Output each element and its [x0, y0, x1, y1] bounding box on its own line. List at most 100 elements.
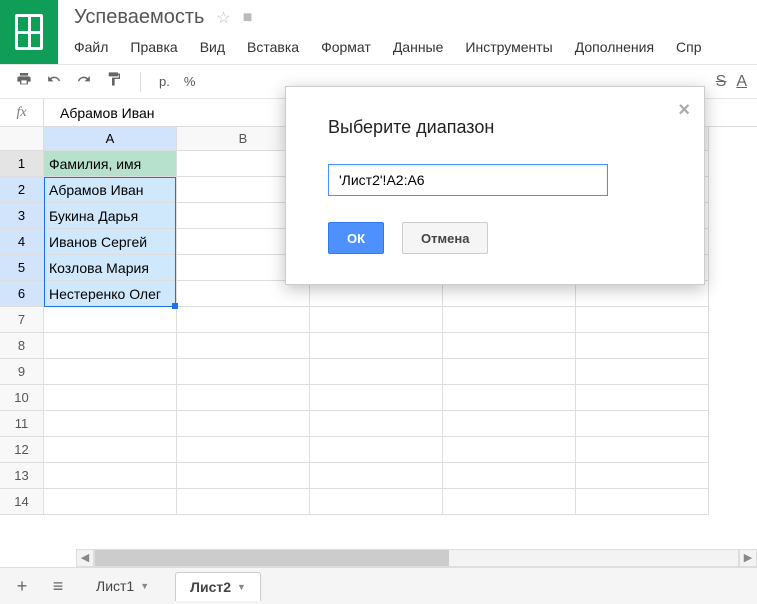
cell[interactable]	[44, 463, 177, 489]
row-header[interactable]: 6	[0, 281, 44, 307]
tab-dropdown-icon[interactable]: ▼	[140, 581, 149, 591]
cell[interactable]: Букина Дарья	[44, 203, 177, 229]
cell[interactable]	[44, 437, 177, 463]
cell[interactable]	[44, 411, 177, 437]
cell[interactable]	[576, 333, 709, 359]
star-icon[interactable]: ☆	[216, 8, 230, 28]
cell[interactable]	[177, 307, 310, 333]
undo-icon[interactable]	[46, 72, 62, 91]
cell[interactable]: Иванов Сергей	[44, 229, 177, 255]
currency-button[interactable]: р.	[159, 74, 170, 89]
cell[interactable]	[576, 411, 709, 437]
horizontal-scrollbar[interactable]: ◀ ▶	[0, 549, 757, 567]
cell[interactable]	[576, 385, 709, 411]
cell[interactable]	[576, 489, 709, 515]
sheet-tab-2-label: Лист2	[190, 579, 231, 595]
print-icon[interactable]	[16, 71, 32, 92]
cell[interactable]	[310, 437, 443, 463]
row-header[interactable]: 3	[0, 203, 44, 229]
cell[interactable]	[44, 359, 177, 385]
document-title[interactable]: Успеваемость	[74, 6, 204, 29]
cell[interactable]	[44, 333, 177, 359]
cell[interactable]	[177, 463, 310, 489]
add-sheet-button[interactable]: +	[10, 574, 34, 598]
cell[interactable]	[310, 489, 443, 515]
cell[interactable]	[44, 489, 177, 515]
paint-format-icon[interactable]	[106, 71, 122, 92]
cell[interactable]: Нестеренко Олег	[44, 281, 177, 307]
row-header[interactable]: 11	[0, 411, 44, 437]
tab-dropdown-icon[interactable]: ▼	[237, 582, 246, 592]
row-header[interactable]: 8	[0, 333, 44, 359]
row-header[interactable]: 9	[0, 359, 44, 385]
row-header[interactable]: 7	[0, 307, 44, 333]
menu-file[interactable]: Файл	[74, 39, 108, 55]
cell[interactable]	[443, 307, 576, 333]
cell[interactable]	[310, 411, 443, 437]
row-header[interactable]: 4	[0, 229, 44, 255]
scroll-left-icon[interactable]: ◀	[76, 549, 94, 567]
cell[interactable]	[310, 385, 443, 411]
row-header[interactable]: 14	[0, 489, 44, 515]
menu-edit[interactable]: Правка	[130, 39, 177, 55]
cell[interactable]	[443, 463, 576, 489]
menu-help[interactable]: Спр	[676, 39, 701, 55]
cell[interactable]: Абрамов Иван	[44, 177, 177, 203]
cell[interactable]	[177, 385, 310, 411]
cell[interactable]	[177, 411, 310, 437]
menu-tools[interactable]: Инструменты	[465, 39, 552, 55]
row-header[interactable]: 12	[0, 437, 44, 463]
cell[interactable]	[576, 437, 709, 463]
sheet-tab-1[interactable]: Лист1 ▼	[82, 572, 163, 600]
fx-icon[interactable]: fx	[0, 99, 44, 127]
menu-format[interactable]: Формат	[321, 39, 371, 55]
menu-insert[interactable]: Вставка	[247, 39, 299, 55]
menu-view[interactable]: Вид	[200, 39, 225, 55]
redo-icon[interactable]	[76, 72, 92, 91]
row-header[interactable]: 5	[0, 255, 44, 281]
menu-addons[interactable]: Дополнения	[575, 39, 654, 55]
formula-input[interactable]: Абрамов Иван	[44, 105, 155, 121]
cell[interactable]	[177, 333, 310, 359]
column-header-a[interactable]: A	[44, 127, 177, 151]
cell[interactable]	[576, 359, 709, 385]
strikethrough-button[interactable]: S	[716, 73, 727, 91]
cell[interactable]	[44, 307, 177, 333]
menu-data[interactable]: Данные	[393, 39, 444, 55]
cell[interactable]	[310, 333, 443, 359]
cell[interactable]	[443, 411, 576, 437]
range-input[interactable]	[328, 164, 608, 196]
cell[interactable]	[443, 333, 576, 359]
sheets-logo	[0, 0, 58, 64]
cell[interactable]	[443, 489, 576, 515]
sheet-tab-2[interactable]: Лист2 ▼	[175, 572, 261, 601]
close-icon[interactable]: ×	[678, 99, 690, 122]
cell[interactable]	[310, 359, 443, 385]
cell[interactable]	[177, 489, 310, 515]
cell[interactable]	[44, 385, 177, 411]
row-header[interactable]: 10	[0, 385, 44, 411]
select-all-corner[interactable]	[0, 127, 44, 151]
ok-button[interactable]: ОК	[328, 222, 384, 254]
all-sheets-button[interactable]: ≡	[46, 574, 70, 598]
row-header[interactable]: 2	[0, 177, 44, 203]
text-color-button[interactable]: A	[736, 73, 747, 91]
cell[interactable]	[310, 307, 443, 333]
cell[interactable]	[443, 437, 576, 463]
cell[interactable]	[177, 437, 310, 463]
cell[interactable]	[576, 307, 709, 333]
scroll-right-icon[interactable]: ▶	[739, 549, 757, 567]
cell[interactable]	[576, 463, 709, 489]
cell[interactable]: Козлова Мария	[44, 255, 177, 281]
row-header[interactable]: 1	[0, 151, 44, 177]
row-header[interactable]: 13	[0, 463, 44, 489]
move-folder-icon[interactable]: ■	[243, 9, 253, 27]
cell[interactable]: Фамилия, имя	[44, 151, 177, 177]
menu-bar: Файл Правка Вид Вставка Формат Данные Ин…	[74, 39, 757, 55]
cell[interactable]	[443, 359, 576, 385]
cell[interactable]	[310, 463, 443, 489]
percent-button[interactable]: %	[184, 74, 196, 89]
cell[interactable]	[443, 385, 576, 411]
cancel-button[interactable]: Отмена	[402, 222, 488, 254]
cell[interactable]	[177, 359, 310, 385]
